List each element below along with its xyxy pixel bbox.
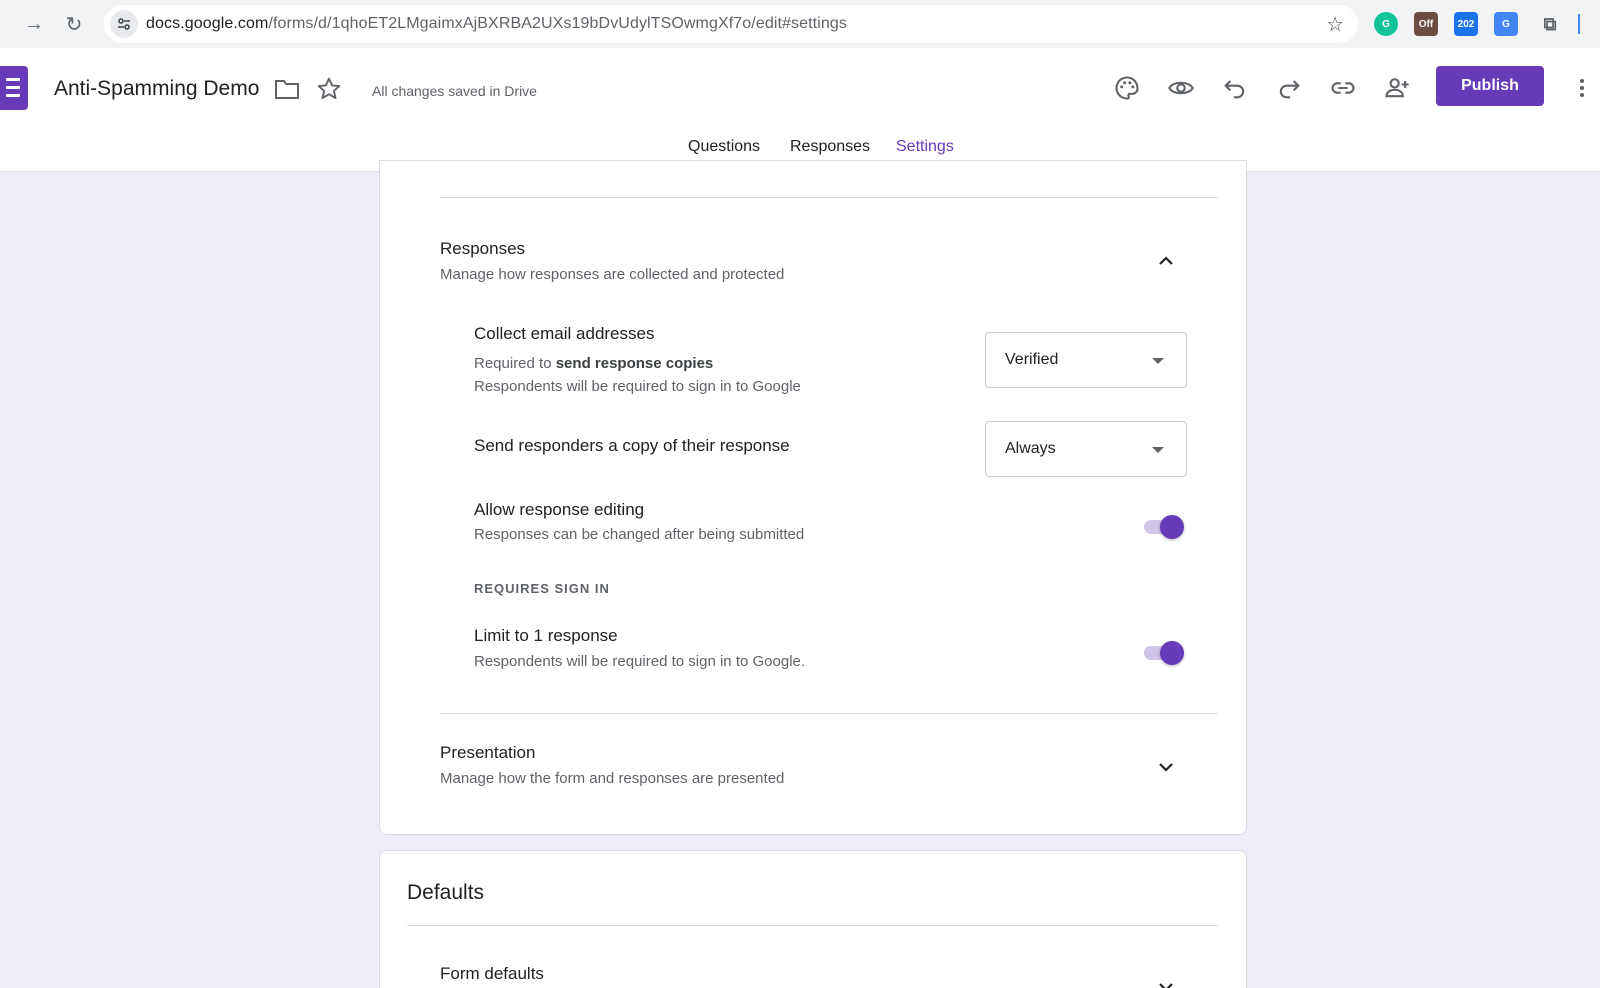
preview-eye-icon[interactable] <box>1167 74 1195 102</box>
calendar-badge-label: 202 <box>1457 18 1475 30</box>
collect-email-subtitle: Required to send response copies Respond… <box>474 352 801 398</box>
toolbar-separator <box>1578 14 1580 34</box>
address-bar[interactable]: docs.google.com/forms/d/1qhoET2LMgaimxAj… <box>104 5 1358 43</box>
calendar-badge-icon[interactable]: 202 <box>1454 12 1478 36</box>
dropdown-caret-icon <box>1152 447 1164 453</box>
forward-icon[interactable]: → <box>20 10 48 38</box>
url-path: /forms/d/1qhoET2LMgaimxAjBXRBA2UXs19bDvU… <box>268 15 847 32</box>
limit-response-toggle[interactable] <box>1144 639 1188 667</box>
publish-button[interactable]: Publish <box>1436 66 1544 106</box>
responses-section-subtitle: Manage how responses are collected and p… <box>440 266 785 283</box>
collect-email-sub-prefix: Required to <box>474 355 556 372</box>
send-copy-title: Send responders a copy of their response <box>474 436 790 455</box>
link-icon[interactable] <box>1329 74 1357 102</box>
top-divider <box>440 197 1218 198</box>
settings-card: Responses Manage how responses are colle… <box>379 160 1247 835</box>
send-copy-value: Always <box>1005 440 1056 457</box>
undo-icon[interactable] <box>1221 74 1249 102</box>
allow-editing-title: Allow response editing <box>474 500 645 519</box>
limit-response-subtitle: Respondents will be required to sign in … <box>474 653 806 670</box>
redo-icon[interactable] <box>1275 74 1303 102</box>
translate-icon[interactable]: G <box>1494 12 1518 36</box>
toggle-knob <box>1160 515 1184 539</box>
site-settings-icon[interactable] <box>110 10 138 38</box>
more-options-icon[interactable] <box>1574 76 1590 100</box>
forms-logo-icon[interactable] <box>0 66 28 110</box>
url-host: docs.google.com <box>146 15 269 32</box>
allow-editing-subtitle: Responses can be changed after being sub… <box>474 526 805 543</box>
section-divider <box>440 713 1218 714</box>
limit-response-title: Limit to 1 response <box>474 626 618 645</box>
toggle-knob <box>1160 641 1184 665</box>
url-text: docs.google.com/forms/d/1qhoET2LMgaimxAj… <box>146 15 847 33</box>
collect-email-dropdown[interactable]: Verified <box>985 332 1187 388</box>
allow-editing-toggle[interactable] <box>1144 513 1188 541</box>
palette-icon[interactable] <box>1113 74 1141 102</box>
forms-header: Anti-Spamming Demo All changes saved in … <box>0 48 1600 172</box>
grammarly-icon[interactable]: G <box>1374 12 1398 36</box>
presentation-section-subtitle: Manage how the form and responses are pr… <box>440 770 785 787</box>
responses-section-title: Responses <box>440 239 526 258</box>
document-title[interactable]: Anti-Spamming Demo <box>54 77 259 101</box>
form-defaults-title: Form defaults <box>440 964 544 983</box>
save-status: All changes saved in Drive <box>372 83 537 99</box>
browser-toolbar: → ↻ docs.google.com/forms/d/1qhoET2LMgai… <box>0 0 1600 48</box>
defaults-divider <box>407 925 1218 926</box>
reload-icon[interactable]: ↻ <box>60 10 88 38</box>
star-icon[interactable] <box>316 76 342 102</box>
off-badge-label: Off <box>1418 18 1434 30</box>
add-collaborator-icon[interactable] <box>1383 74 1411 102</box>
defaults-card: Defaults Form defaults <box>379 850 1247 988</box>
defaults-title: Defaults <box>407 881 485 904</box>
puzzle-icon[interactable]: ⧉ <box>1538 12 1562 36</box>
chevron-up-icon[interactable] <box>1154 249 1178 273</box>
collect-email-value: Verified <box>1005 351 1059 368</box>
send-response-copies-text: send response copies <box>555 355 714 372</box>
collect-email-sub-line2: Respondents will be required to sign in … <box>474 378 801 395</box>
bookmark-star-icon[interactable]: ☆ <box>1326 12 1344 37</box>
dropdown-caret-icon <box>1152 358 1164 364</box>
send-copy-dropdown[interactable]: Always <box>985 421 1187 477</box>
off-badge-icon[interactable]: Off <box>1414 12 1438 36</box>
presentation-section-title: Presentation <box>440 743 536 762</box>
chevron-down-icon[interactable] <box>1154 975 1178 988</box>
requires-sign-in-label: REQUIRES SIGN IN <box>474 581 610 596</box>
chevron-down-icon[interactable] <box>1154 755 1178 779</box>
collect-email-title: Collect email addresses <box>474 324 655 343</box>
folder-icon[interactable] <box>274 78 300 100</box>
